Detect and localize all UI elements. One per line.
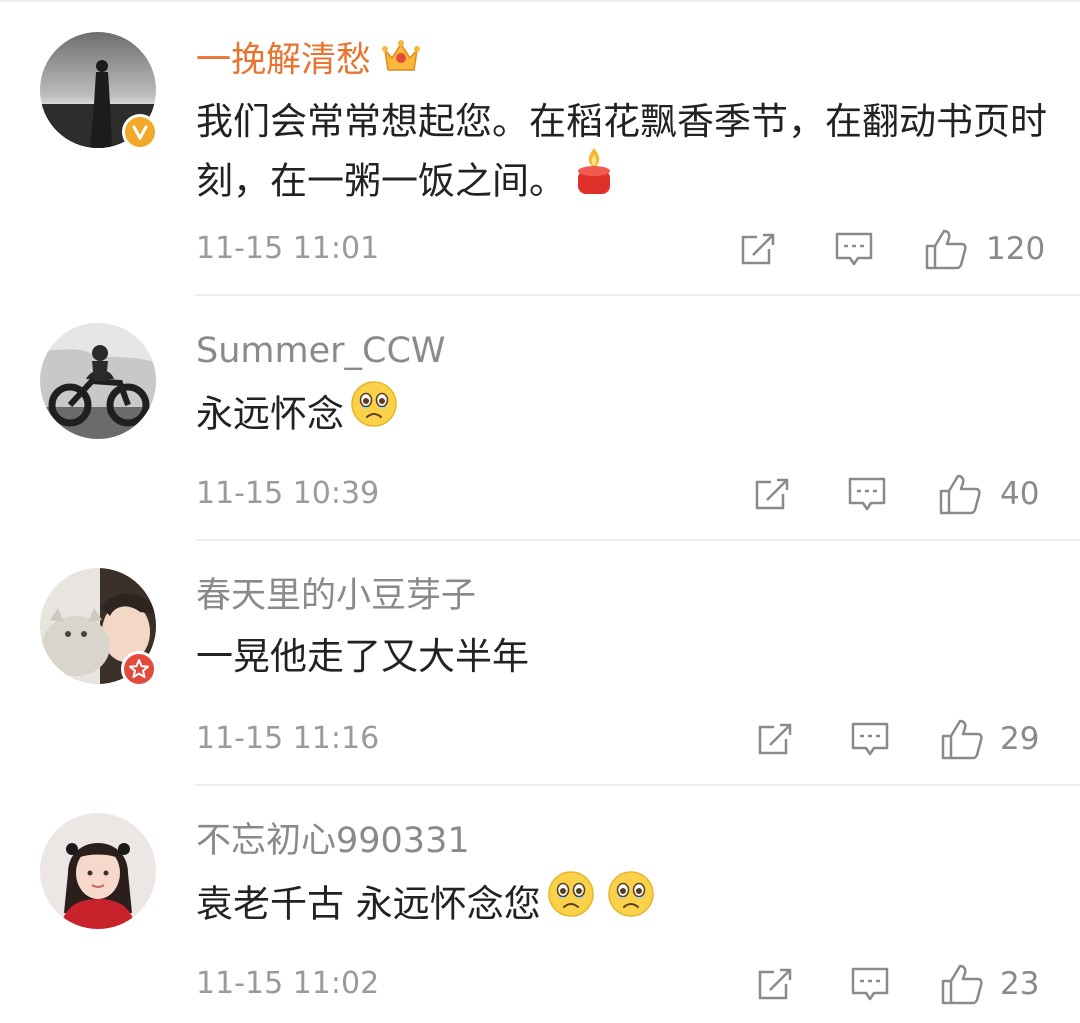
crying-face-emoji: [607, 870, 655, 934]
like-count: 23: [1000, 966, 1040, 1002]
username[interactable]: 一挽解清愁: [196, 38, 421, 85]
crying-face-emoji: [547, 870, 595, 934]
like-icon[interactable]: [938, 472, 982, 516]
motorcycle-avatar[interactable]: [40, 323, 156, 439]
like-icon[interactable]: [940, 717, 984, 761]
comment-item: 春天里的小豆芽子 一晃他走了又大半年 11-15 11:16 29: [0, 541, 1080, 786]
like-count: 120: [986, 231, 1046, 267]
star-badge: [121, 651, 157, 687]
comment-text-content: 袁老千古 永远怀念您: [196, 882, 541, 926]
comment-text: 永远怀念: [196, 381, 1056, 448]
girl-portrait-avatar[interactable]: [40, 813, 156, 929]
comment-item: 一挽解清愁 我们会常常想起您。在稻花飘香季节，在翻动书页时刻，在一粥一饭之间。 …: [0, 0, 1080, 296]
like-count: 29: [1000, 721, 1040, 757]
comment-time: 11-15 11:02: [196, 966, 380, 1001]
username[interactable]: 春天里的小豆芽子: [196, 574, 476, 618]
comment-time: 11-15 11:01: [196, 231, 380, 266]
verified-v-badge: [122, 114, 158, 150]
like-icon[interactable]: [940, 962, 984, 1006]
share-icon[interactable]: [739, 229, 779, 269]
username-label: 一挽解清愁: [196, 40, 372, 81]
comment-text-content: 我们会常常想起您。在稻花飘香季节，在翻动书页时刻，在一粥一饭之间。: [196, 100, 1047, 203]
comment-icon[interactable]: [850, 719, 890, 759]
crown-icon: [381, 38, 421, 85]
comment-text-content: 永远怀念: [196, 392, 344, 436]
comment-icon[interactable]: [847, 474, 887, 514]
candle-emoji: [572, 146, 616, 212]
username[interactable]: Summer_CCW: [196, 329, 446, 373]
comment-icon[interactable]: [834, 229, 874, 269]
comment-item: Summer_CCW 永远怀念 11-15 10:39 40: [0, 296, 1080, 541]
comment-time: 11-15 11:16: [196, 721, 380, 756]
comment-time: 11-15 10:39: [196, 476, 380, 511]
comment-text: 一晃他走了又大半年: [196, 629, 1056, 685]
comment-text-content: 一晃他走了又大半年: [196, 635, 529, 678]
share-icon[interactable]: [756, 964, 796, 1004]
comment-icon[interactable]: [850, 964, 890, 1004]
share-icon[interactable]: [756, 719, 796, 759]
username[interactable]: 不忘初心990331: [196, 819, 470, 863]
like-count: 40: [1000, 476, 1040, 512]
comment-text: 我们会常常想起您。在稻花飘香季节，在翻动书页时刻，在一粥一饭之间。: [196, 94, 1056, 216]
comment-item: 不忘初心990331 袁老千古 永远怀念您 11-15 11:02 23: [0, 786, 1080, 1023]
crying-face-emoji: [350, 380, 398, 444]
like-icon[interactable]: [924, 227, 968, 271]
share-icon[interactable]: [753, 474, 793, 514]
comment-text: 袁老千古 永远怀念您: [196, 871, 1056, 938]
